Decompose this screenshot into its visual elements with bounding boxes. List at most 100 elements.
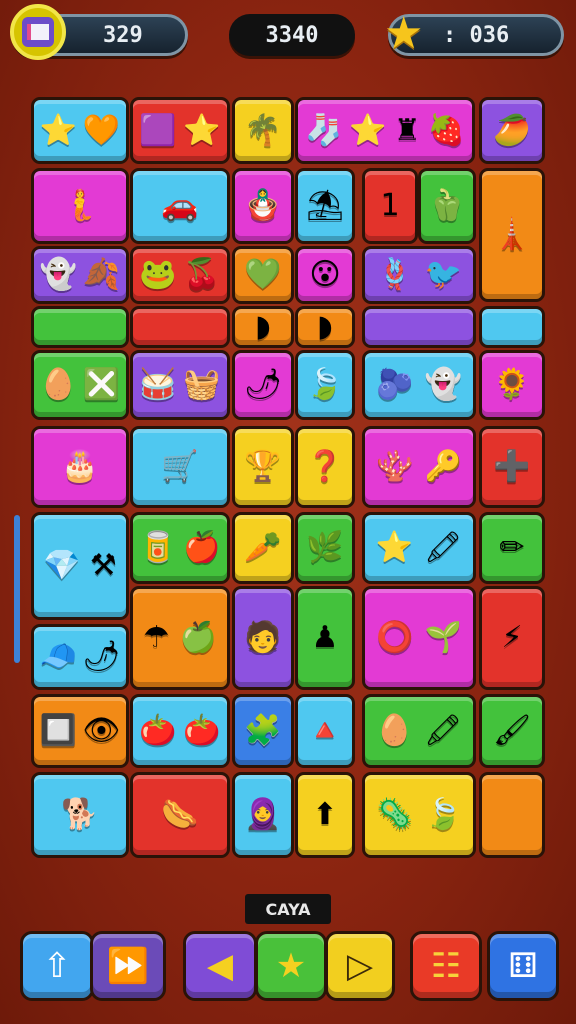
tile-cap-pepper-icon-1: 🧢 [39,639,77,674]
tile-palm[interactable]: 🌴 [232,97,294,164]
tile-egg-crayon[interactable]: 🥚 🖍 [362,694,476,768]
tile-dog-frame[interactable]: 🐕 [31,772,129,858]
tile-number-one[interactable]: 1 [362,168,418,244]
tile-figure[interactable]: 🪆 [232,168,294,244]
tile-person-icon-1: 🧑 [244,620,282,655]
tile-gift-star[interactable]: 🟪 ⭐ [130,97,230,164]
tile-heart-green[interactable]: 💚 [232,246,294,304]
tile-mixed-row1[interactable]: 🧦 ⭐ ♜ 🍓 [295,97,475,164]
tile-mermaid-icon-1: 🧜 [61,188,99,223]
star-button[interactable]: ★ [255,931,327,1001]
tile-egg-crayon-icon-1: 🥚 [375,713,414,748]
tile-bar-green[interactable] [31,306,129,348]
tile-bar-purple[interactable] [362,306,476,348]
tile-frog-cherry-icon-2: 🍒 [183,257,221,292]
tile-coral-key-icon-1: 🪸 [376,449,414,484]
tile-ring-plant[interactable]: ⭕ 🌱 [362,586,476,690]
tile-blob-ghost[interactable]: 🫐 👻 [362,350,476,420]
tile-virus-leaf[interactable]: 🦠 🍃 [362,772,476,858]
tile-mixed-row1-icon-3: ♜ [393,112,421,148]
tile-face[interactable]: 😮 [295,246,355,304]
tile-lamp[interactable]: 🏆 [232,426,294,508]
tile-cap-pepper-icon-2: 🌶 [82,639,121,674]
tile-lamp-icon-1: 🏆 [244,449,282,484]
tile-fern[interactable]: 🌿 [295,512,355,584]
tile-plus[interactable]: ➕ [479,426,545,508]
tile-number-one-icon-1: 1 [380,188,400,223]
left-triangle-icon: ◀ [206,946,234,986]
tile-bar-orange-b[interactable]: ◗ [295,306,355,348]
tile-lightning-icon-1: ⚡ [501,620,523,655]
tile-brush-icon-1: 🖌 [492,713,532,748]
grid-menu-icon: ☷ [430,946,462,986]
tile-puzzle[interactable]: 🧩 [232,694,294,768]
tile-knot-bird-icon-1: 🪢 [376,257,414,292]
tile-coral-key[interactable]: 🪸 🔑 [362,426,476,508]
previous-button[interactable]: ◀ [183,931,257,1001]
tile-coral-key-icon-2: 🔑 [424,449,462,484]
tile-gem-tools-icon-2: ⚒ [89,548,117,583]
tile-bar-cyan[interactable] [479,306,545,348]
tile-ghost-leaf[interactable]: 👻 🍂 [31,246,129,304]
tile-empty-orange[interactable] [479,772,545,858]
tile-wheelbarrow[interactable]: 🛒 [130,426,230,508]
tile-carrot-icon-1: 🥕 [244,530,282,565]
tile-bar-orange-a-icon-1: ◗ [255,309,271,344]
tile-bar-red[interactable] [130,306,230,348]
tile-umbrella-apple-icon-1: ☂ [142,620,170,655]
tile-letter-eye[interactable]: 🔲 👁 [31,694,129,768]
tile-frog-cherry[interactable]: 🐸 🍒 [130,246,230,304]
tile-sunflower-icon-1: 🌻 [493,367,531,402]
dice-button[interactable]: ⚅ [487,931,559,1001]
tile-question-icon-1: ❓ [306,449,344,484]
tile-egg-box[interactable]: 🥚 ❎ [31,350,129,420]
tile-lightning[interactable]: ⚡ [479,586,545,690]
tile-pencil[interactable]: ✏ [479,512,545,584]
skip-button[interactable]: ⏩ [90,931,166,1001]
tile-knot-bird[interactable]: 🪢 🐦 [362,246,476,304]
tile-plus-icon-1: ➕ [493,449,531,484]
tile-car[interactable]: 🚗 [130,168,230,244]
tile-leaf[interactable]: 🍃 [295,350,355,420]
tile-brush[interactable]: 🖌 [479,694,545,768]
tile-tomatoes[interactable]: 🍅 🍅 [130,694,230,768]
tile-arrow[interactable]: ⬆ [295,772,355,858]
tile-pawn-icon-1: ♟ [311,620,339,655]
tile-mixed-row1-icon-2: ⭐ [349,112,387,148]
tile-star-crayon[interactable]: ⭐ 🖍 [362,512,476,584]
tile-tower[interactable]: 🗼 [479,168,545,302]
tile-food-plate[interactable]: 🌭 [130,772,230,858]
next-button[interactable]: ▷ [325,931,395,1001]
tile-drum-icon-2: 🧺 [183,367,221,402]
tile-mango[interactable]: 🥭 [479,97,545,164]
tile-can-apple[interactable]: 🥫 🍎 [130,512,230,584]
tile-doll[interactable]: 🧕 [232,772,294,858]
tile-sunflower[interactable]: 🌻 [479,350,545,420]
tile-gem-tools[interactable]: 💎 ⚒ [31,512,129,620]
tile-radish[interactable]: 🌶 [232,350,294,420]
tile-person[interactable]: 🧑 [232,586,294,690]
tile-fern-icon-1: 🌿 [306,530,344,565]
tile-umbrella[interactable]: ⛱ [295,168,355,244]
tile-mermaid[interactable]: 🧜 [31,168,129,244]
tile-triangle[interactable]: 🔺 [295,694,355,768]
tile-carrot[interactable]: 🥕 [232,512,294,584]
home-button[interactable]: ⇧ [20,931,94,1001]
tile-umbrella-apple[interactable]: ☂ 🍏 [130,586,230,690]
tile-leaf-pod[interactable]: 🫑 [418,168,476,244]
tile-doll-icon-1: 🧕 [244,797,282,832]
tile-pawn[interactable]: ♟ [295,586,355,690]
tile-drum[interactable]: 🥁 🧺 [130,350,230,420]
tile-question[interactable]: ❓ [295,426,355,508]
tile-cap-pepper[interactable]: 🧢 🌶 [31,624,129,690]
tile-cake[interactable]: 🎂 [31,426,129,508]
tile-star-crayon-icon-1: ⭐ [375,530,414,565]
up-arrow-icon: ⇧ [42,946,72,986]
tile-stars-heart[interactable]: ⭐ 🧡 [31,97,129,164]
tile-letter-eye-icon-1: 🔲 [39,713,77,748]
menu-button[interactable]: ☷ [410,931,482,1001]
tile-bar-orange-a[interactable]: ◗ [232,306,294,348]
tile-leaf-pod-icon-1: 🫑 [428,188,466,223]
tile-mixed-row1-icon-1: 🧦 [305,112,343,148]
tile-letter-eye-icon-2: 👁 [82,713,121,748]
